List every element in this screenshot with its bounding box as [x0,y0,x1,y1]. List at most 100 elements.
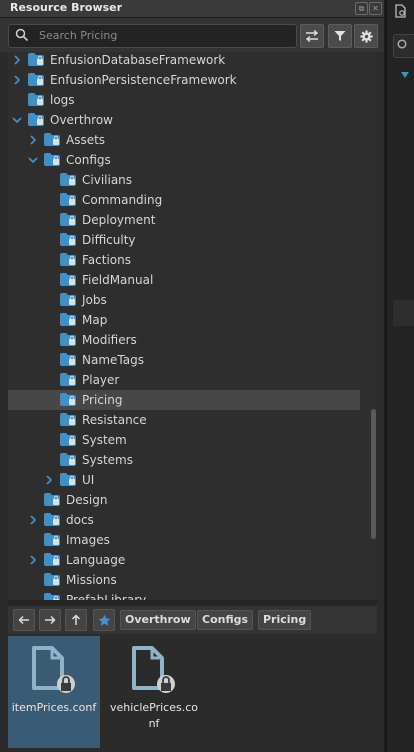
tree-item[interactable]: System [8,430,360,450]
file-name: vehiclePrices.conf [109,701,199,730]
tree-item[interactable]: Assets [8,130,360,150]
forward-button[interactable] [39,609,61,631]
locked-folder-icon [60,453,76,466]
locked-folder-icon [44,593,60,600]
tree-item[interactable]: EnfusionPersistenceFramework [8,70,360,90]
tree-item[interactable]: Images [8,530,360,550]
breadcrumb-item[interactable]: Pricing [258,610,312,630]
locked-file-icon [132,646,175,693]
chevron-right-icon[interactable] [12,55,22,65]
chevron-right-icon[interactable] [28,555,38,565]
search-field[interactable] [8,24,297,48]
file-search-icon[interactable] [394,4,408,18]
settings-button[interactable] [354,24,378,48]
chevron-right-icon[interactable] [12,75,22,85]
close-icon[interactable]: ✕ [369,2,382,15]
arrow-up-icon [71,614,81,625]
tree-item[interactable]: docs [8,510,360,530]
tree-item-label: Factions [82,253,131,267]
favorite-button[interactable] [93,609,115,631]
locked-folder-icon [44,573,60,586]
filter-icon [334,31,346,41]
tree-item-label: UI [82,473,95,487]
breadcrumb-item[interactable]: Configs [197,610,254,630]
tree-item-label: FieldManual [82,273,154,287]
tree-item[interactable]: Language [8,550,360,570]
locked-folder-icon [60,313,76,326]
locked-folder-icon [60,273,76,286]
tree-item-label: Images [66,533,110,547]
tree-item[interactable]: Overthrow [8,110,360,130]
tree-item[interactable]: Map [8,310,360,330]
tree-item[interactable]: Design [8,490,360,510]
tree-item[interactable]: Missions [8,570,360,590]
tree-item[interactable]: NameTags [8,350,360,370]
tree-item-label: Map [82,313,108,327]
tree-item[interactable]: EnfusionDatabaseFramework [8,52,360,70]
locked-folder-icon [44,153,60,166]
tree-item[interactable]: Factions [8,250,360,270]
tree-item-label: Difficulty [82,233,136,247]
title-bar: Resource Browser ⧉ ✕ [0,0,384,18]
locked-folder-icon [44,513,60,526]
side-list-row[interactable] [393,300,414,326]
chevron-down-icon[interactable] [12,115,22,125]
tree-item-label: Pricing [82,393,123,407]
tree-item-label: Overthrow [50,113,113,127]
locked-folder-icon [44,133,60,146]
filter-button[interactable] [328,24,352,48]
tree-item[interactable]: UI [8,470,360,490]
tree-item-label: Design [66,493,108,507]
tree-item-label: Assets [66,133,106,147]
tree-item[interactable]: Deployment [8,210,360,230]
scrollbar-thumb[interactable] [371,409,376,539]
gear-icon [359,29,373,43]
chevron-right-icon[interactable] [44,475,54,485]
resource-browser-panel: Resource Browser ⧉ ✕ Search Pricing Pref… [0,0,384,752]
locked-folder-icon [60,253,76,266]
locked-file-icon [32,646,75,693]
up-button[interactable] [65,609,87,631]
tree-item[interactable]: FieldManual [8,270,360,290]
search-input[interactable] [39,27,289,43]
tree-item[interactable]: Jobs [8,290,360,310]
locked-folder-icon [60,213,76,226]
sync-button[interactable] [300,24,324,48]
tree-item[interactable]: Configs [8,150,360,170]
tree-item[interactable]: Pricing [8,390,360,410]
tree-item-label: Deployment [82,213,156,227]
breadcrumb-item[interactable]: Overthrow [120,610,196,630]
tree-item[interactable]: Modifiers [8,330,360,350]
folder-tree: PrefabLibrary Missions Language Images docs D… [8,52,377,600]
tree-item-label: Player [82,373,120,387]
tree-item-label: Systems [82,453,133,467]
locked-folder-icon [44,493,60,506]
tree-item[interactable]: Systems [8,450,360,470]
locked-folder-icon [28,53,44,66]
tree-item[interactable]: Commanding [8,190,360,210]
chevron-right-icon[interactable] [28,135,38,145]
chevron-down-icon[interactable] [28,155,38,165]
tree-item[interactable]: Resistance [8,410,360,430]
tree-item-label: Language [66,553,126,567]
tree-item[interactable]: Difficulty [8,230,360,250]
chevron-right-icon[interactable] [28,515,38,525]
file-item[interactable]: itemPrices.conf [8,636,100,748]
file-item[interactable]: vehiclePrices.conf [108,636,200,748]
tree-item-label: EnfusionDatabaseFramework [50,53,226,67]
undock-icon[interactable]: ⧉ [355,2,368,15]
tree-item[interactable]: Civilians [8,170,360,190]
back-button[interactable] [13,609,35,631]
search-icon [15,28,29,42]
star-icon [98,614,110,626]
tree-item-label: System [82,433,127,447]
window-title: Resource Browser [10,1,123,14]
tree-item[interactable]: logs [8,90,360,110]
tree-item[interactable]: PrefabLibrary [8,590,360,600]
tree-item-label: PrefabLibrary [66,593,147,600]
tree-item-label: Configs [66,153,111,167]
locked-folder-icon [44,553,60,566]
locked-folder-icon [60,373,76,386]
chevron-down-icon[interactable] [401,72,409,78]
tree-item[interactable]: Player [8,370,360,390]
